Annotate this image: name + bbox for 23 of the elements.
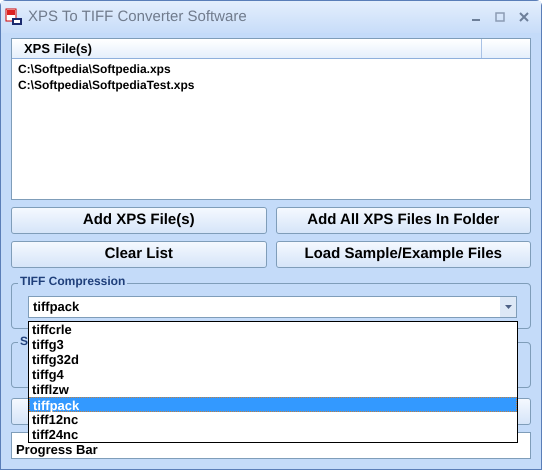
dropdown-option[interactable]: tiff24nc	[29, 427, 517, 442]
action-button[interactable]: Add All XPS Files In Folder	[276, 207, 531, 234]
dropdown-option[interactable]: tiffg3	[29, 337, 517, 352]
dropdown-arrow-icon[interactable]	[504, 305, 512, 309]
file-list[interactable]: XPS File(s) C:\Softpedia\Softpedia.xps C:\Softpedia\SoftpediaTest.xps	[11, 38, 531, 200]
file-row[interactable]: C:\Softpedia\SoftpediaTest.xps	[18, 77, 530, 93]
dropdown-option[interactable]: tiff12nc	[29, 412, 517, 427]
action-button[interactable]: Clear List	[11, 241, 266, 268]
compression-dropdown[interactable]: tiffpack	[28, 296, 517, 318]
group-title: TIFF Compression	[18, 274, 128, 288]
progress-label: Progress Bar	[16, 443, 98, 457]
maximize-icon[interactable]	[495, 12, 505, 22]
dropdown-option[interactable]: tiffg32d	[29, 352, 517, 367]
window-title: XPS To TIFF Converter Software	[28, 6, 248, 27]
action-button[interactable]: Add XPS File(s)	[11, 207, 266, 234]
dropdown-option[interactable]: tiffcrle	[29, 322, 517, 337]
file-row[interactable]: C:\Softpedia\Softpedia.xps	[18, 61, 530, 77]
close-icon[interactable]	[519, 12, 529, 22]
app-icon	[5, 8, 23, 26]
dropdown-option[interactable]: tifflzw	[29, 382, 517, 397]
dropdown-value: tiffpack	[32, 298, 80, 316]
dropdown-option[interactable]: tiffg4	[29, 367, 517, 382]
action-button[interactable]: Load Sample/Example Files	[276, 241, 531, 268]
